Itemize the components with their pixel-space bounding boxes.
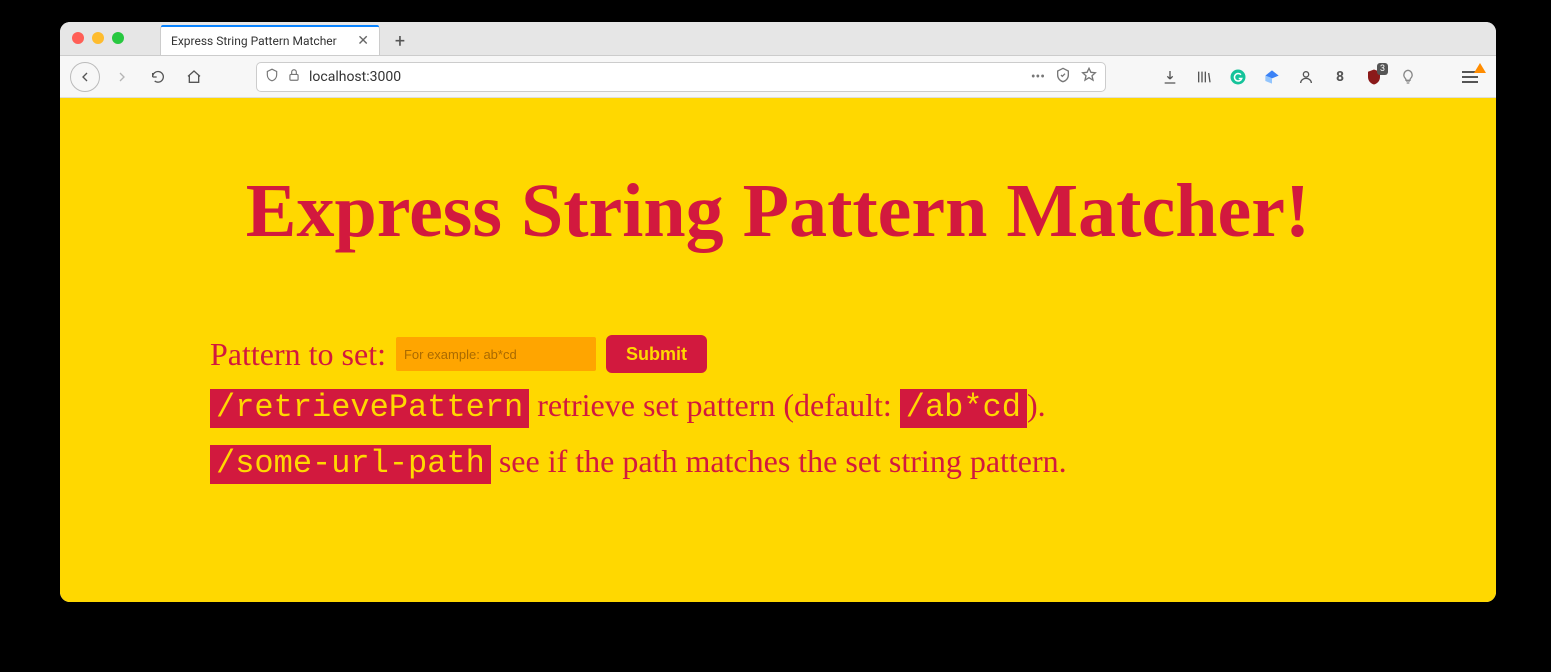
maximize-window-button[interactable] (112, 32, 124, 44)
home-button[interactable] (180, 63, 208, 91)
url-actions: ••• (1031, 67, 1097, 87)
page-title: Express String Pattern Matcher! (210, 168, 1346, 255)
forward-button[interactable] (108, 63, 136, 91)
code-some-url-path: /some-url-path (210, 445, 491, 484)
window-controls (72, 32, 124, 44)
tab-title: Express String Pattern Matcher (171, 34, 337, 48)
ublock-badge: 3 (1377, 63, 1388, 75)
new-tab-button[interactable]: + (386, 27, 414, 55)
minimize-window-button[interactable] (92, 32, 104, 44)
lightbulb-icon[interactable] (1398, 67, 1418, 87)
pattern-label: Pattern to set: (210, 336, 386, 373)
reload-button[interactable] (144, 63, 172, 91)
profile-icon[interactable] (1296, 67, 1316, 87)
address-bar[interactable]: localhost:3000 ••• (256, 62, 1106, 92)
tab-strip: Express String Pattern Matcher ✕ + (60, 22, 1496, 56)
page-viewport: Express String Pattern Matcher! Pattern … (60, 98, 1496, 602)
info-line-retrieve: /retrievePattern retrieve set pattern (d… (210, 381, 1346, 433)
grammarly-icon[interactable] (1228, 67, 1248, 87)
text-match: see if the path matches the set string p… (491, 443, 1067, 479)
extension-blue-icon[interactable] (1262, 67, 1282, 87)
hamburger-menu-icon[interactable] (1460, 67, 1480, 87)
close-window-button[interactable] (72, 32, 84, 44)
browser-toolbar: localhost:3000 ••• (60, 56, 1496, 98)
submit-button[interactable]: Submit (606, 335, 707, 373)
bookmark-star-icon[interactable] (1081, 67, 1097, 87)
browser-window: Express String Pattern Matcher ✕ + local… (60, 22, 1496, 602)
pattern-input[interactable] (396, 337, 596, 371)
ublock-icon[interactable]: 3 (1364, 67, 1384, 87)
more-icon[interactable]: ••• (1031, 69, 1045, 85)
page-content: Express String Pattern Matcher! Pattern … (60, 98, 1496, 542)
pattern-form: Pattern to set: Submit (210, 335, 1346, 373)
download-icon[interactable] (1160, 67, 1180, 87)
back-button[interactable] (70, 62, 100, 92)
text-retrieve-2: ). (1027, 387, 1046, 423)
lock-icon (287, 68, 301, 86)
reader-icon[interactable] (1055, 67, 1071, 87)
url-text: localhost:3000 (309, 69, 1023, 85)
library-icon[interactable] (1194, 67, 1214, 87)
toolbar-right: 8 3 (1154, 67, 1486, 87)
info-line-match: /some-url-path see if the path matches t… (210, 437, 1346, 489)
browser-tab[interactable]: Express String Pattern Matcher ✕ (160, 25, 380, 55)
close-tab-icon[interactable]: ✕ (357, 34, 369, 48)
code-retrieve-pattern: /retrievePattern (210, 389, 529, 428)
shield-icon (265, 68, 279, 86)
extension-number[interactable]: 8 (1330, 67, 1350, 87)
code-default-pattern: /ab*cd (900, 389, 1027, 428)
text-retrieve-1: retrieve set pattern (default: (529, 387, 899, 423)
